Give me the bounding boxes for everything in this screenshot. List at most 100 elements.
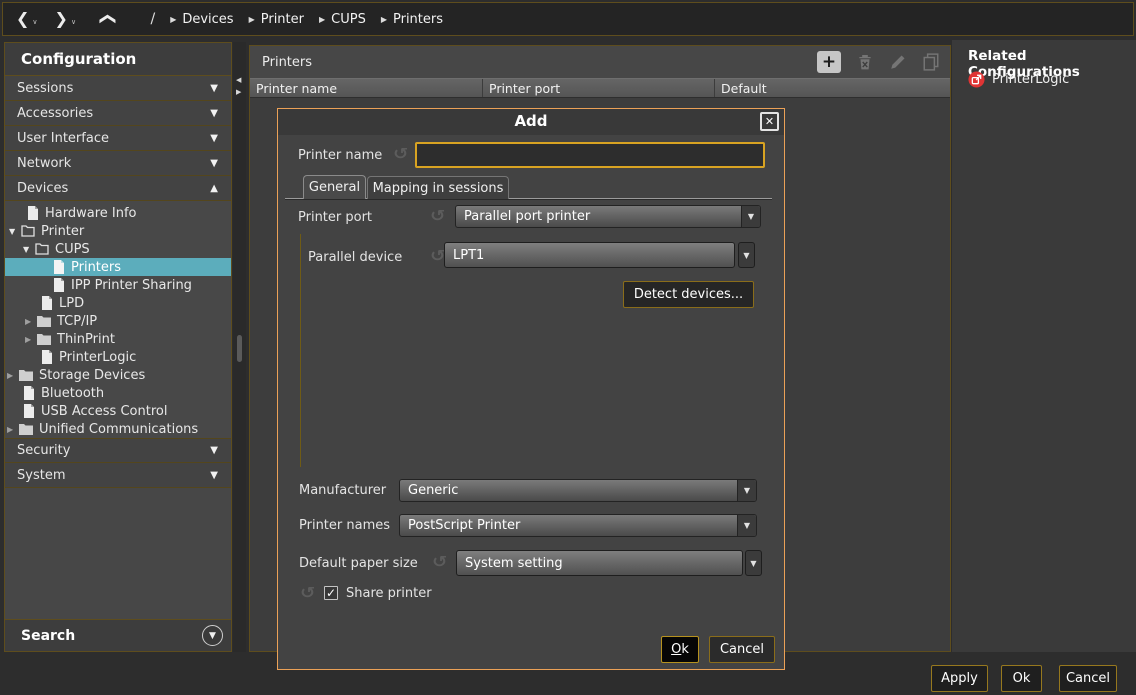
external-link-icon xyxy=(968,71,985,88)
tree-item-thinprint[interactable]: ▶ ThinPrint xyxy=(5,330,231,348)
tree-collapsed-icon[interactable]: ▶ xyxy=(7,371,19,380)
collapse-right-icon[interactable]: ▶ xyxy=(236,88,241,96)
tree-item-bluetooth[interactable]: Bluetooth xyxy=(5,384,231,402)
chevron-down-icon: ▼ xyxy=(750,559,756,568)
forward-history-expand-icon[interactable]: ∨ xyxy=(71,18,76,26)
duplicate-button[interactable] xyxy=(922,53,940,71)
add-button[interactable]: + xyxy=(817,51,841,73)
sidebar-item-devices[interactable]: Devices ▲ xyxy=(5,176,231,201)
tree-item-printerlogic[interactable]: PrinterLogic xyxy=(5,348,231,366)
paper-size-label: Default paper size xyxy=(299,556,418,571)
dialog-ok-button[interactable]: Ok xyxy=(661,636,699,663)
chevron-down-icon: ▼ xyxy=(210,133,218,144)
tree-item-unified-communications[interactable]: ▶ Unified Communications xyxy=(5,420,231,438)
column-printer-name[interactable]: Printer name xyxy=(250,79,483,97)
dialog-title: Add xyxy=(278,109,784,135)
parallel-device-dropdown-button[interactable]: ▼ xyxy=(738,242,755,268)
chevron-down-icon: ▼ xyxy=(209,631,216,641)
paper-size-dropdown-button[interactable]: ▼ xyxy=(745,550,762,576)
chevron-up-icon: ▲ xyxy=(210,183,218,194)
file-icon xyxy=(27,206,39,220)
printer-port-select[interactable]: Parallel port printer ▼ xyxy=(455,205,761,228)
file-icon xyxy=(41,296,53,310)
sidebar-item-accessories[interactable]: Accessories ▼ xyxy=(5,101,231,126)
tab-general[interactable]: General xyxy=(303,175,366,199)
breadcrumb-arrow-icon: ▶ xyxy=(381,15,387,24)
tree-expanded-icon[interactable]: ▼ xyxy=(9,227,21,236)
manufacturer-label: Manufacturer xyxy=(299,483,386,498)
reset-icon[interactable]: ↺ xyxy=(432,554,447,570)
tree-item-storage-devices[interactable]: ▶ Storage Devices xyxy=(5,366,231,384)
search-label: Search xyxy=(21,628,75,644)
breadcrumb-cups[interactable]: ▶ CUPS xyxy=(319,12,366,27)
sidebar-item-security[interactable]: Security ▼ xyxy=(5,438,231,463)
sidebar-item-user-interface[interactable]: User Interface ▼ xyxy=(5,126,231,151)
edit-button[interactable] xyxy=(889,53,907,71)
search-section[interactable]: Search ▼ xyxy=(5,619,231,651)
tree-item-tcpip[interactable]: ▶ TCP/IP xyxy=(5,312,231,330)
tree-item-cups[interactable]: ▼ CUPS xyxy=(5,240,231,258)
tree-item-ipp-printer-sharing[interactable]: IPP Printer Sharing xyxy=(5,276,231,294)
related-item-printerlogic[interactable]: PrinterLogic xyxy=(968,71,1069,88)
tree-item-printer[interactable]: ▼ Printer xyxy=(5,222,231,240)
sidebar-item-sessions[interactable]: Sessions ▼ xyxy=(5,76,231,101)
search-expand-button[interactable]: ▼ xyxy=(202,625,223,646)
breadcrumb-arrow-icon: ▶ xyxy=(249,15,255,24)
paper-size-input[interactable]: System setting xyxy=(456,550,743,576)
delete-button[interactable] xyxy=(856,53,874,71)
sidebar-splitter[interactable]: ◀ ▶ xyxy=(233,42,246,652)
reset-icon[interactable]: ↺ xyxy=(300,585,315,601)
printer-name-input[interactable] xyxy=(415,142,765,168)
folder-icon xyxy=(19,369,33,381)
close-icon[interactable]: ✕ xyxy=(760,112,779,131)
column-default[interactable]: Default xyxy=(715,79,950,97)
sidebar-item-network[interactable]: Network ▼ xyxy=(5,151,231,176)
manufacturer-select[interactable]: Generic ▼ xyxy=(399,479,757,502)
printer-names-select[interactable]: PostScript Printer ▼ xyxy=(399,514,757,537)
tree-collapsed-icon[interactable]: ▶ xyxy=(25,317,37,326)
sidebar-item-system[interactable]: System ▼ xyxy=(5,463,231,488)
breadcrumb-arrow-icon: ▶ xyxy=(170,15,176,24)
tree-collapsed-icon[interactable]: ▶ xyxy=(25,335,37,344)
folder-icon xyxy=(37,315,51,327)
tree-collapsed-icon[interactable]: ▶ xyxy=(7,425,19,434)
printers-toolbar: + xyxy=(817,51,940,73)
file-icon xyxy=(23,404,35,418)
tree-item-hardware-info[interactable]: Hardware Info xyxy=(5,204,231,222)
tree-item-printers[interactable]: Printers xyxy=(5,258,231,276)
back-icon[interactable]: ❮ xyxy=(16,11,29,27)
tree-scrollbar-thumb[interactable] xyxy=(237,335,242,362)
breadcrumb-printer[interactable]: ▶ Printer xyxy=(249,12,304,27)
collapse-left-icon[interactable]: ◀ xyxy=(236,76,241,84)
chevron-down-icon: ▼ xyxy=(210,158,218,169)
breadcrumb-printers[interactable]: ▶ Printers xyxy=(381,12,443,27)
tree-item-lpd[interactable]: LPD xyxy=(5,294,231,312)
footer-ok-button[interactable]: Ok xyxy=(1001,665,1042,692)
chevron-down-icon: ▼ xyxy=(737,480,756,501)
dialog-cancel-button[interactable]: Cancel xyxy=(709,636,775,663)
folder-icon xyxy=(37,333,51,345)
breadcrumb-devices[interactable]: ▶ Devices xyxy=(170,12,233,27)
file-icon xyxy=(41,350,53,364)
apply-button[interactable]: Apply xyxy=(931,665,988,692)
detect-devices-button[interactable]: Detect devices... xyxy=(623,281,754,308)
forward-icon[interactable]: ❯ xyxy=(55,11,68,27)
reset-icon[interactable]: ↺ xyxy=(393,146,408,162)
chevron-down-icon: ▼ xyxy=(210,108,218,119)
column-printer-port[interactable]: Printer port xyxy=(483,79,715,97)
devices-tree: Hardware Info ▼ Printer ▼ CUPS Printers … xyxy=(5,201,231,438)
breadcrumb-arrow-icon: ▶ xyxy=(319,15,325,24)
tree-item-usb-access-control[interactable]: USB Access Control xyxy=(5,402,231,420)
tab-mapping-in-sessions[interactable]: Mapping in sessions xyxy=(367,176,509,199)
footer-cancel-button[interactable]: Cancel xyxy=(1059,665,1117,692)
tree-expanded-icon[interactable]: ▼ xyxy=(23,245,35,254)
share-printer-checkbox[interactable]: ✓ xyxy=(324,586,338,600)
back-history-expand-icon[interactable]: ∨ xyxy=(32,18,37,26)
reset-icon[interactable]: ↺ xyxy=(430,208,445,224)
up-icon[interactable]: ❯ xyxy=(99,12,115,25)
chevron-down-icon: ▼ xyxy=(210,445,218,456)
breadcrumb-root[interactable]: / xyxy=(150,11,155,27)
parallel-device-input[interactable]: LPT1 xyxy=(444,242,735,268)
panel-title: Printers xyxy=(262,55,312,70)
add-printer-dialog: Add ✕ Printer name ↺ General Mapping in … xyxy=(277,108,785,670)
